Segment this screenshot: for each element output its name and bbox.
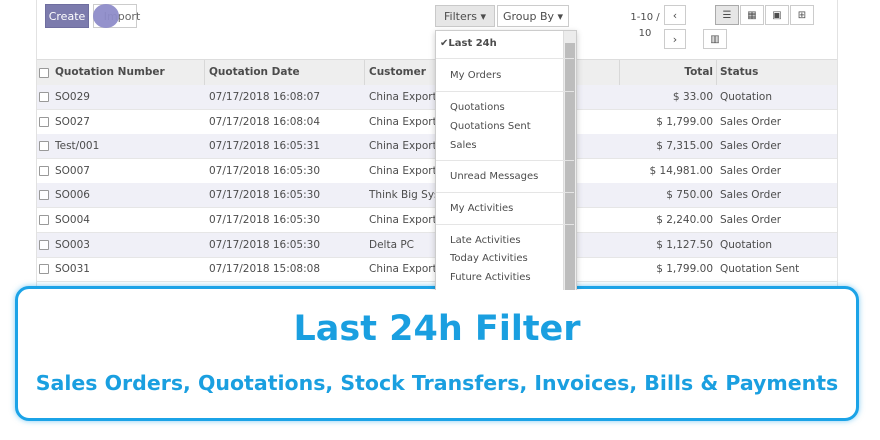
filter-item-unread-messages[interactable]: Unread Messages — [450, 171, 538, 182]
list-icon: ☰ — [722, 9, 732, 21]
row-checkbox[interactable] — [39, 215, 49, 225]
filter-item-today-activities[interactable]: Today Activities — [450, 253, 528, 264]
cell-status: Quotation Sent — [720, 263, 800, 276]
kanban-view-button[interactable]: ▦ — [740, 5, 764, 25]
cell-quotation-date: 07/17/2018 15:08:08 — [209, 263, 321, 276]
col-quotation-number[interactable]: Quotation Number — [55, 60, 165, 84]
column-divider — [619, 60, 620, 85]
row-checkbox[interactable] — [39, 141, 49, 152]
cell-quotation-number: SO003 — [55, 238, 90, 251]
filter-item-quotations[interactable]: Quotations — [450, 102, 505, 113]
odoo-list-window: Create Import Filters ▾ Group By ▾ 1-10 … — [36, 0, 838, 290]
cell-quotation-date: 07/17/2018 16:05:30 — [209, 164, 321, 177]
cell-total: $ 7,315.00 — [656, 140, 713, 153]
cell-quotation-number: SO031 — [55, 263, 90, 276]
calendar-view-button[interactable]: ▣ — [765, 5, 789, 25]
bar-chart-icon: ▥ — [710, 33, 720, 45]
pager-next-button[interactable]: › — [664, 29, 686, 49]
filter-item-quotations-sent[interactable]: Quotations Sent — [450, 121, 531, 132]
cell-quotation-number: SO007 — [55, 164, 90, 177]
row-checkbox[interactable] — [39, 116, 49, 127]
groupby-button[interactable]: Group By ▾ — [497, 5, 569, 27]
cell-quotation-date: 07/17/2018 16:08:07 — [209, 91, 321, 103]
cell-status: Sales Order — [720, 189, 782, 202]
cell-total: $ 1,799.00 — [656, 115, 713, 128]
chevron-left-icon: ‹ — [672, 8, 678, 22]
cell-status: Sales Order — [720, 164, 782, 177]
chevron-right-icon: › — [672, 32, 678, 46]
cell-quotation-number: SO027 — [55, 115, 90, 128]
list-view-button[interactable]: ☰ — [715, 5, 739, 25]
col-status[interactable]: Status — [720, 60, 758, 84]
row-checkbox[interactable] — [39, 92, 49, 102]
cell-status: Sales Order — [720, 115, 782, 128]
cell-total: $ 1,127.50 — [656, 238, 713, 251]
dropdown-scroll-thumb[interactable] — [565, 43, 575, 290]
cell-total: $ 1,799.00 — [656, 263, 713, 276]
column-divider — [716, 60, 717, 85]
create-button[interactable]: Create — [45, 4, 89, 28]
select-all-checkbox[interactable] — [39, 68, 49, 78]
menu-divider — [436, 160, 574, 161]
pivot-icon: ⊞ — [797, 9, 807, 21]
row-checkbox[interactable] — [39, 190, 49, 201]
filter-item-sales[interactable]: Sales — [450, 140, 477, 151]
menu-divider — [436, 192, 574, 193]
col-customer[interactable]: Customer — [369, 60, 426, 84]
col-total[interactable]: Total — [637, 60, 713, 84]
cell-status: Quotation — [720, 91, 773, 103]
cell-quotation-date: 07/17/2018 16:08:04 — [209, 115, 321, 128]
cell-status: Sales Order — [720, 214, 782, 226]
menu-divider — [436, 58, 574, 59]
cell-quotation-number: Test/001 — [55, 140, 100, 153]
filter-item-my-orders[interactable]: My Orders — [450, 70, 501, 81]
kanban-icon: ▦ — [747, 9, 757, 21]
calendar-icon: ▣ — [772, 9, 782, 21]
pager-previous-button[interactable]: ‹ — [664, 5, 686, 25]
column-divider — [204, 60, 205, 85]
cell-quotation-number: SO006 — [55, 189, 90, 202]
cell-total: $ 2,240.00 — [656, 214, 713, 226]
column-divider — [364, 60, 365, 85]
cell-status: Sales Order — [720, 140, 782, 153]
pivot-view-button[interactable]: ⊞ — [790, 5, 814, 25]
row-checkbox[interactable] — [39, 165, 49, 176]
filters-button[interactable]: Filters ▾ — [435, 5, 495, 27]
filter-item-last-24h[interactable]: ✔Last 24h — [440, 38, 497, 49]
cell-quotation-date: 07/17/2018 16:05:30 — [209, 238, 321, 251]
row-checkbox[interactable] — [39, 239, 49, 250]
pager-value: 1-10 / 10 — [630, 12, 660, 39]
filter-item-my-activities[interactable]: My Activities — [450, 203, 513, 214]
cell-status: Quotation — [720, 238, 773, 251]
col-quotation-date[interactable]: Quotation Date — [209, 60, 300, 84]
cell-total: $ 750.00 — [666, 189, 713, 202]
filter-item-future-activities[interactable]: Future Activities — [450, 272, 531, 283]
menu-divider — [436, 91, 574, 92]
cell-total: $ 33.00 — [672, 91, 713, 103]
banner-subtitle: Sales Orders, Quotations, Stock Transfer… — [35, 371, 839, 395]
filter-item-late-activities[interactable]: Late Activities — [450, 235, 521, 246]
cell-quotation-number: SO004 — [55, 214, 90, 226]
filters-dropdown: ✔Last 24h My Orders Quotations Quotation… — [435, 30, 577, 290]
promo-banner: Last 24h Filter Sales Orders, Quotations… — [15, 286, 859, 421]
menu-divider — [436, 224, 574, 225]
banner-title: Last 24h Filter — [293, 309, 581, 349]
cursor-highlight — [93, 4, 119, 28]
cell-quotation-date: 07/17/2018 16:05:31 — [209, 140, 321, 153]
cell-total: $ 14,981.00 — [649, 164, 713, 177]
graph-view-button[interactable]: ▥ — [703, 29, 727, 49]
cell-quotation-date: 07/17/2018 16:05:30 — [209, 189, 321, 202]
cell-quotation-number: SO029 — [55, 91, 90, 103]
row-checkbox[interactable] — [39, 264, 49, 275]
cell-quotation-date: 07/17/2018 16:05:30 — [209, 214, 321, 226]
